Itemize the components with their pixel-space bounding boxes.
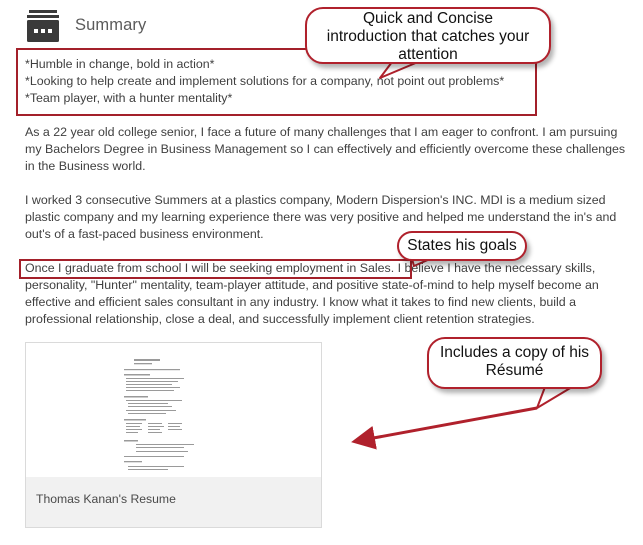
callout-text: Quick and Concise: [362, 10, 494, 27]
resume-attachment[interactable]: Thomas Kanan's Resume: [25, 342, 322, 528]
document-thumbnail: [122, 355, 220, 475]
callout-text: Résumé: [485, 362, 544, 379]
headline-line: *Looking to help create and implement so…: [25, 74, 505, 88]
goal-sentence: Once I graduate from school I will be se…: [25, 261, 391, 275]
callout-text: States his goals: [407, 237, 517, 254]
summary-paragraph: Once I graduate from school I will be se…: [25, 260, 635, 328]
intro-callout: Quick and Concise introduction that catc…: [305, 7, 551, 64]
headline-line: *Team player, with a hunter mentality*: [25, 91, 233, 105]
callout-text: introduction that catches your: [326, 28, 530, 45]
resume-arrow: [351, 406, 538, 450]
briefcase-icon: [26, 9, 60, 43]
goals-callout: States his goals: [397, 231, 527, 261]
callout-text: Includes a copy of his: [439, 344, 590, 361]
resume-callout-tail: [536, 386, 573, 409]
resume-caption[interactable]: Thomas Kanan's Resume: [36, 492, 176, 506]
summary-paragraph: I worked 3 consecutive Summers at a plas…: [25, 193, 617, 241]
resume-callout: Includes a copy of his Résumé: [427, 337, 602, 389]
section-title: Summary: [75, 16, 147, 34]
resume-caption-bar: Thomas Kanan's Resume: [26, 477, 321, 527]
summary-paragraph: As a 22 year old college senior, I face …: [25, 125, 626, 173]
callout-text: attention: [398, 46, 458, 63]
